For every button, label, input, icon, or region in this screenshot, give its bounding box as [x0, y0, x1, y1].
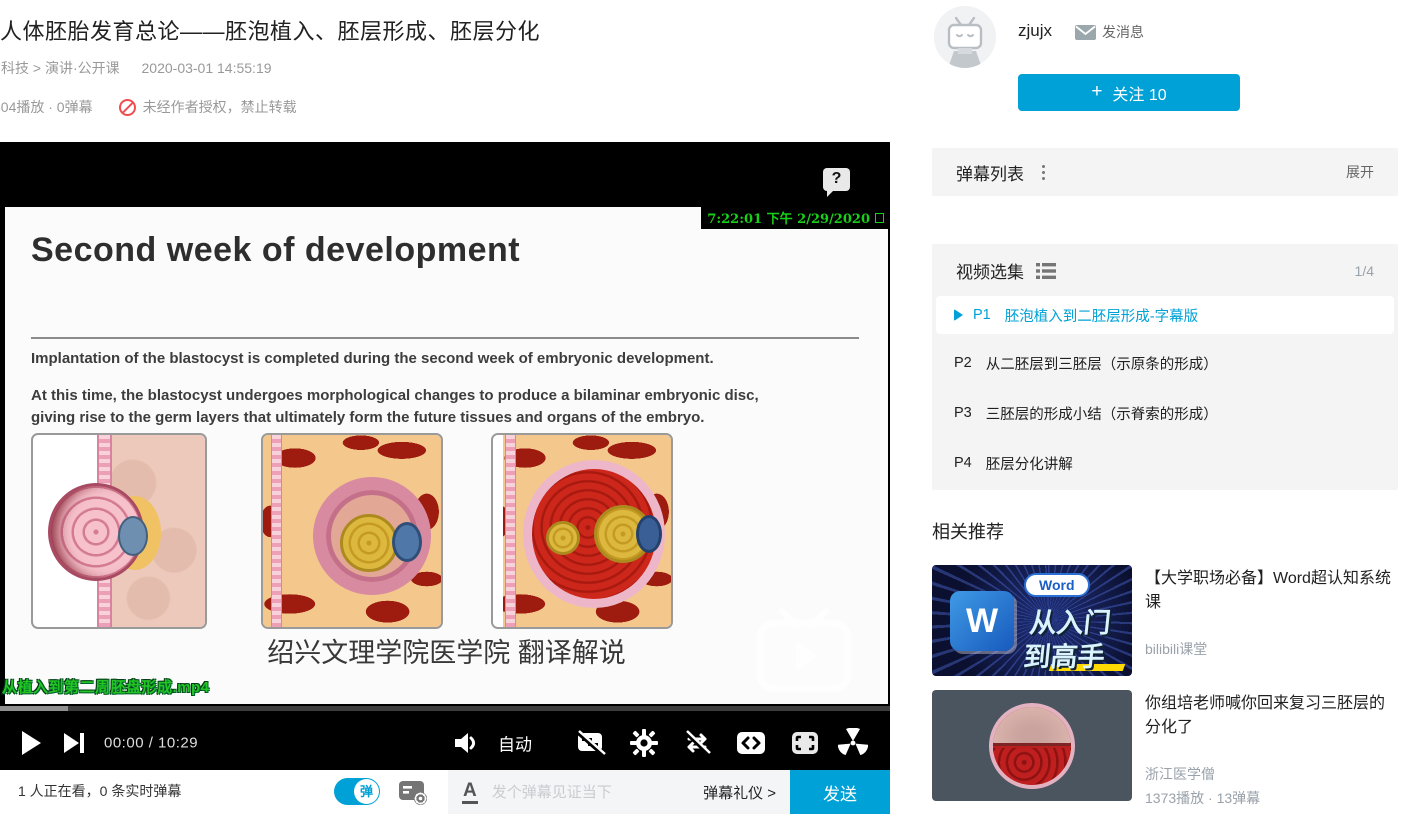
related-video-author[interactable]: bilibili课堂 — [1145, 639, 1207, 659]
danmaku-input-area: A 弹幕礼仪 > — [448, 770, 790, 814]
related-card-word[interactable]: W Word 从入门 到高手 【大学职场必备】Word超认知系统课 bilibi… — [932, 565, 1398, 677]
envelope-icon — [1075, 25, 1096, 40]
danmaku-settings-icon[interactable] — [398, 778, 428, 806]
help-icon[interactable]: ? — [823, 168, 850, 191]
slide-title: Second week of development — [31, 231, 520, 270]
breadcrumb: 科技 > 演讲·公开课 2020-03-01 14:55:19 — [1, 58, 272, 78]
episode-list: 视频选集 1/4 P1 胚泡植入到二胚层形成-字幕版 P2 从二胚层到三胚层（示… — [932, 244, 1398, 490]
filename-watermark: 从植入到第二周胚盘形成.mp4 — [2, 676, 210, 697]
related-video-title[interactable]: 【大学职场必备】Word超认知系统课 — [1145, 567, 1395, 615]
figure-implanted-blastocyst — [261, 433, 443, 629]
danmaku-switch-knob: 弹 — [354, 779, 379, 804]
danmaku-send-bar: 1 人正在看，0 条实时弹幕 弹 A 弹幕礼仪 > 发送 — [0, 770, 890, 814]
widescreen-icon[interactable] — [736, 730, 766, 756]
slide-paragraph-2: At this time, the blastocyst undergoes m… — [31, 385, 791, 429]
word-badge: Word — [1024, 573, 1090, 597]
page: 人体胚胎发育总论——胚泡植入、胚层形成、胚层分化 科技 > 演讲·公开课 202… — [0, 0, 1410, 814]
related-thumbnail-word[interactable]: W Word 从入门 到高手 — [932, 565, 1132, 676]
volume-icon[interactable] — [452, 731, 480, 755]
episode-page-indicator: 1/4 — [1355, 263, 1374, 279]
play-button[interactable] — [20, 730, 42, 756]
copyright-note: 未经作者授权，禁止转载 — [119, 97, 297, 117]
fullscreen-icon[interactable] — [838, 728, 868, 758]
related-video-author[interactable]: 浙江医学僧 — [1145, 764, 1215, 784]
next-button[interactable] — [62, 731, 86, 755]
sidebar: zjujx 发消息 + 关注 10 弹幕列表 展开 视频选集 — [932, 0, 1398, 814]
send-button[interactable]: 发送 — [790, 770, 890, 814]
font-style-icon[interactable]: A — [462, 781, 478, 804]
episode-item-p2[interactable]: P2 从二胚层到三胚层（示原条的形成） — [936, 344, 1394, 382]
danmaku-settings-gear-icon[interactable] — [630, 729, 658, 757]
danmaku-hide-icon[interactable] — [576, 730, 606, 756]
danmaku-list-title: 弹幕列表 — [956, 160, 1024, 185]
player-controls: 00:00 / 10:29 自动 — [0, 715, 890, 770]
expand-link[interactable]: 展开 — [1346, 162, 1374, 182]
publish-date: 2020-03-01 14:55:19 — [142, 60, 272, 76]
video-player[interactable]: ? 7:22:01 下午 2/29/2020 Second week of de… — [0, 142, 890, 770]
no-reprint-icon — [119, 99, 136, 116]
word-logo: W — [950, 591, 1014, 651]
danmaku-list-header[interactable]: 弹幕列表 展开 — [932, 148, 1398, 196]
video-title: 人体胚胎发育总论——胚泡植入、胚层形成、胚层分化 — [0, 14, 880, 46]
related-video-title[interactable]: 你组培老师喊你回来复习三胚层的分化了 — [1145, 692, 1395, 740]
seek-bar[interactable] — [0, 706, 890, 711]
watching-count: 1 人正在看，0 条实时弹幕 — [18, 781, 181, 801]
web-fullscreen-icon[interactable] — [790, 730, 820, 756]
related-title: 相关推荐 — [932, 518, 1004, 544]
uploader-avatar[interactable] — [934, 6, 996, 68]
related-card-embryo[interactable]: 你组培老师喊你回来复习三胚层的分化了 浙江医学僧 1373播放 · 13弹幕 — [932, 690, 1398, 802]
slide-paragraph-1: Implantation of the blastocyst is comple… — [31, 350, 811, 367]
follow-button[interactable]: + 关注 10 — [1018, 74, 1240, 111]
breadcrumb-path[interactable]: 科技 > 演讲·公开课 — [1, 60, 120, 76]
playing-icon — [954, 309, 963, 321]
danmaku-switch[interactable]: 弹 — [334, 778, 380, 805]
time-display: 00:00 / 10:29 — [104, 734, 198, 751]
episode-list-title: 视频选集 — [956, 258, 1024, 283]
quality-selector[interactable]: 自动 — [498, 730, 532, 755]
uploader-name[interactable]: zjujx — [1018, 21, 1052, 41]
plus-icon: + — [1091, 81, 1102, 103]
danmaku-etiquette-link[interactable]: 弹幕礼仪 > — [703, 782, 776, 803]
calendar-icon — [875, 213, 884, 223]
episode-item-p3[interactable]: P3 三胚层的形成小结（示脊索的形成） — [936, 394, 1394, 432]
list-icon — [1036, 263, 1056, 279]
slide-divider — [31, 337, 859, 339]
danmaku-input[interactable] — [492, 784, 703, 801]
plays-danmaku-count: 304播放 · 0弹幕 — [0, 97, 93, 117]
more-options-icon[interactable] — [1042, 165, 1045, 180]
figure-blastocyst-attachment — [31, 433, 207, 629]
related-thumbnail-embryo[interactable] — [932, 690, 1132, 801]
seek-bar-played — [0, 706, 68, 711]
timestamp-overlay: 7:22:01 下午 2/29/2020 — [701, 207, 888, 229]
bilibili-tv-play-icon — [752, 607, 856, 699]
figure-bilaminar-disc — [491, 433, 673, 629]
episode-item-p1[interactable]: P1 胚泡植入到二胚层形成-字幕版 — [936, 296, 1394, 334]
video-stats: 304播放 · 0弹幕 未经作者授权，禁止转载 — [0, 97, 297, 117]
loop-off-icon[interactable] — [682, 730, 712, 756]
send-message-link[interactable]: 发消息 — [1075, 22, 1144, 42]
related-video-stats: 1373播放 · 13弹幕 — [1145, 788, 1260, 808]
episode-item-p4[interactable]: P4 胚层分化讲解 — [936, 444, 1394, 482]
